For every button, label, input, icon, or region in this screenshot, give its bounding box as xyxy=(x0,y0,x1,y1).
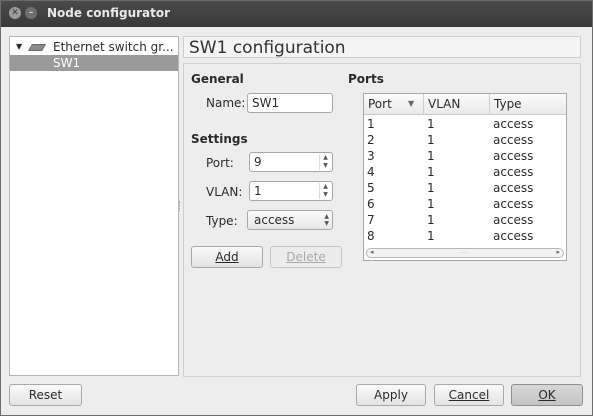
column-header-type[interactable]: Type xyxy=(490,94,566,114)
scroll-left-icon[interactable]: ◂ xyxy=(370,248,374,256)
vlan-cell: 1 xyxy=(427,117,435,131)
vlan-cell: 1 xyxy=(427,165,435,179)
scroll-grip-icon: ··· xyxy=(459,250,468,257)
port-cell: 2 xyxy=(367,133,375,147)
add-button[interactable]: Add xyxy=(191,246,263,268)
delete-button-label: Delete xyxy=(286,250,326,264)
expand-arrow-icon[interactable]: ▼ xyxy=(16,39,22,55)
type-cell: access xyxy=(493,117,534,131)
combo-arrows-icon: ▲ ▼ xyxy=(324,213,329,227)
close-icon[interactable]: ✕ xyxy=(9,7,21,19)
tree-group-label: Ethernet switch gr... xyxy=(53,40,174,54)
type-cell: access xyxy=(493,181,534,195)
name-label: Name: xyxy=(206,96,246,110)
type-label: Type: xyxy=(206,214,238,228)
vlan-cell: 1 xyxy=(427,213,435,227)
vlan-cell: 1 xyxy=(427,197,435,211)
port-cell: 6 xyxy=(367,197,375,211)
node-tree[interactable]: ▼ Ethernet switch gr... SW1 xyxy=(9,36,179,376)
table-row[interactable]: 7 1 access xyxy=(364,212,566,228)
table-row[interactable]: 6 1 access xyxy=(364,196,566,212)
table-row[interactable]: 3 1 access xyxy=(364,148,566,164)
column-header-vlan-label: VLAN xyxy=(428,97,461,111)
vlan-value: 1 xyxy=(254,184,262,198)
add-button-label: Add xyxy=(215,250,239,264)
window-title: Node configurator xyxy=(47,6,171,20)
vlan-cell: 1 xyxy=(427,181,435,195)
minimize-icon[interactable]: – xyxy=(25,7,37,19)
general-section-label: General xyxy=(191,72,244,86)
column-header-port[interactable]: Port ▼ xyxy=(364,94,424,114)
ok-button[interactable]: OK xyxy=(511,384,583,406)
table-row[interactable]: 2 1 access xyxy=(364,132,566,148)
tree-item-label: SW1 xyxy=(53,56,81,70)
ok-button-label: OK xyxy=(538,388,556,402)
apply-button[interactable]: Apply xyxy=(356,384,426,406)
type-cell: access xyxy=(493,229,534,243)
port-value: 9 xyxy=(254,155,262,169)
column-header-port-label: Port xyxy=(368,97,392,111)
ports-table[interactable]: Port ▼ VLAN Type 1 1 access 2 1 access 3… xyxy=(363,93,567,261)
port-cell: 1 xyxy=(367,117,375,131)
cancel-button-label: Cancel xyxy=(448,388,490,402)
type-select[interactable]: access ▲ ▼ xyxy=(247,210,333,230)
pane-splitter-handle[interactable] xyxy=(179,201,182,211)
port-spinner[interactable]: 9 ▲ ▼ xyxy=(249,152,333,172)
apply-button-label: Apply xyxy=(374,388,408,402)
vlan-cell: 1 xyxy=(427,149,435,163)
vlan-spinner[interactable]: 1 ▲ ▼ xyxy=(249,181,333,201)
scroll-right-icon[interactable]: ▸ xyxy=(556,248,560,256)
vlan-cell: 1 xyxy=(427,229,435,243)
port-cell: 4 xyxy=(367,165,375,179)
table-row[interactable]: 4 1 access xyxy=(364,164,566,180)
column-header-vlan[interactable]: VLAN xyxy=(424,94,490,114)
table-row[interactable]: 1 1 access xyxy=(364,116,566,132)
horizontal-scrollbar[interactable]: ◂ ··· ▸ xyxy=(366,248,564,258)
column-header-type-label: Type xyxy=(494,97,522,111)
name-value: SW1 xyxy=(252,96,280,110)
type-value: access xyxy=(254,213,295,227)
port-cell: 8 xyxy=(367,229,375,243)
port-cell: 3 xyxy=(367,149,375,163)
reset-button[interactable]: Reset xyxy=(9,384,82,406)
sort-descending-icon: ▼ xyxy=(408,99,415,108)
delete-button[interactable]: Delete xyxy=(270,246,342,268)
type-cell: access xyxy=(493,197,534,211)
type-cell: access xyxy=(493,133,534,147)
tree-item-sw1[interactable]: SW1 xyxy=(10,55,178,71)
ethernet-switch-icon xyxy=(27,44,47,51)
ports-table-header: Port ▼ VLAN Type xyxy=(364,94,566,115)
table-row[interactable]: 8 1 access xyxy=(364,228,566,244)
cancel-button[interactable]: Cancel xyxy=(434,384,504,406)
spin-arrows-icon[interactable]: ▲ ▼ xyxy=(319,183,331,199)
type-cell: access xyxy=(493,213,534,227)
spin-arrows-icon[interactable]: ▲ ▼ xyxy=(319,154,331,170)
ports-section-label: Ports xyxy=(348,72,384,86)
settings-section-label: Settings xyxy=(191,132,248,146)
tree-item-ethernet-switch-group[interactable]: ▼ Ethernet switch gr... xyxy=(10,39,178,55)
title-bar: ✕ – Node configurator xyxy=(1,1,592,27)
type-cell: access xyxy=(493,165,534,179)
table-row[interactable]: 5 1 access xyxy=(364,180,566,196)
vlan-cell: 1 xyxy=(427,133,435,147)
config-title: SW1 configuration xyxy=(183,36,581,58)
port-cell: 7 xyxy=(367,213,375,227)
vlan-label: VLAN: xyxy=(206,185,243,199)
name-field[interactable]: SW1 xyxy=(247,93,333,113)
type-cell: access xyxy=(493,149,534,163)
reset-button-label: Reset xyxy=(28,388,63,402)
node-configurator-window: ✕ – Node configurator ▼ Ethernet switch … xyxy=(0,0,593,416)
port-label: Port: xyxy=(206,156,234,170)
port-cell: 5 xyxy=(367,181,375,195)
